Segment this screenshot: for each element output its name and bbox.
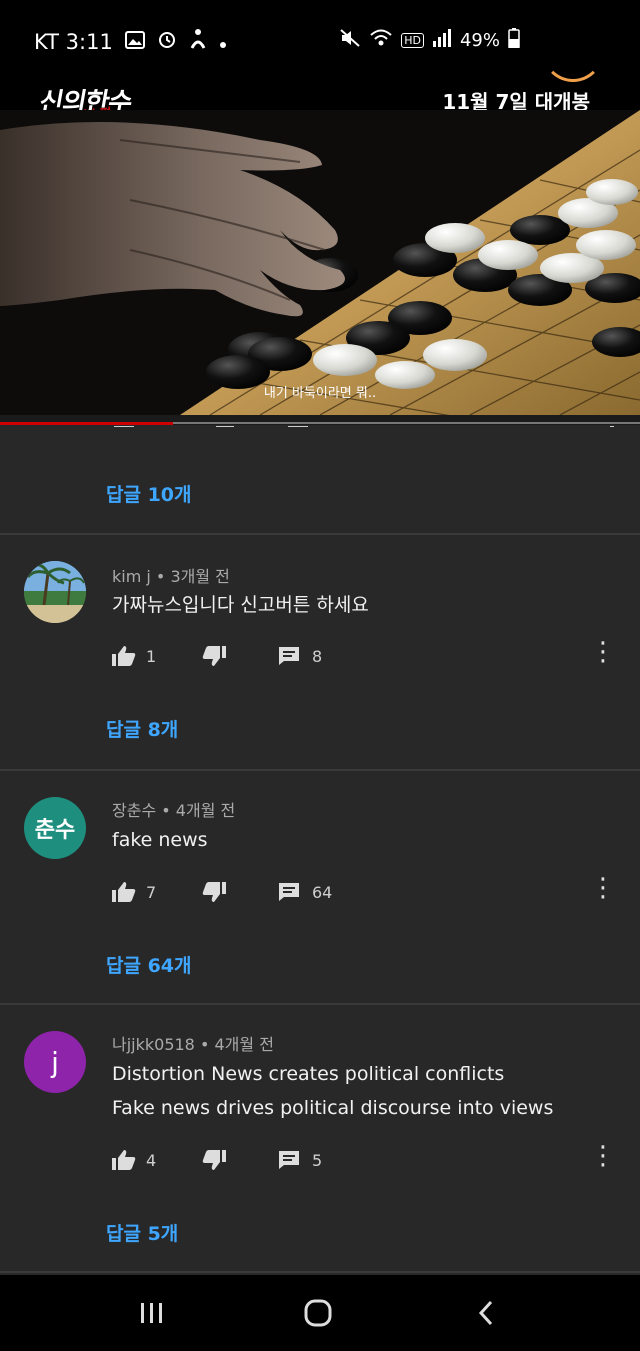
comment-author[interactable]: 나jjkk0518 (112, 1035, 195, 1054)
mute-icon (339, 28, 361, 53)
comment-meta: 나jjkk0518 • 4개월 전 (112, 1031, 274, 1055)
carrier-time: KT 3:11 (34, 29, 113, 54)
thumbs-down-icon (202, 646, 226, 666)
video-frame (0, 110, 640, 415)
like-count: 4 (146, 1150, 157, 1170)
palm-tree-photo (24, 561, 86, 623)
comment-age: 4개월 전 (214, 1035, 274, 1054)
comment-actions: 4 5 (112, 1149, 322, 1171)
dislike-button[interactable] (202, 881, 226, 903)
signal-icon (432, 29, 452, 52)
reply-count: 5 (312, 1150, 323, 1170)
meta-separator: • (161, 801, 171, 820)
comment-text: 가짜뉴스입니다 신고버튼 하세요 (112, 588, 369, 622)
video-subtitle: 내기 바둑이라면 뭐.. (263, 386, 377, 401)
alarm-icon (157, 29, 177, 54)
more-options-icon[interactable]: ⋮ (590, 1143, 616, 1169)
comment-actions: 1 8 (112, 645, 322, 667)
dislike-button[interactable] (202, 1149, 226, 1171)
back-icon[interactable] (466, 1295, 506, 1331)
hd-badge: HD (401, 33, 424, 48)
avatar[interactable]: 춘수 (24, 797, 86, 859)
comment-icon (279, 883, 299, 901)
view-replies-button[interactable]: 답글 5개 (106, 1219, 178, 1246)
comment-item: 춘수 장춘수 • 4개월 전 fake news 7 64 ⋮ 답글 64개 (0, 771, 640, 1005)
thumbs-up-icon (112, 1150, 136, 1170)
gallery-icon (124, 30, 145, 54)
reply-button[interactable]: 64 (278, 882, 332, 902)
avatar[interactable]: j (24, 1031, 86, 1093)
like-button[interactable]: 1 (112, 645, 202, 667)
meta-separator: • (199, 1035, 210, 1054)
camera-cutout-ring (542, 20, 604, 82)
comment-meta: kim j • 3개월 전 (112, 563, 230, 587)
like-count: 1 (146, 646, 157, 666)
wifi-icon (369, 28, 393, 53)
comment-author[interactable]: 장춘수 (112, 801, 156, 820)
thumbs-up-icon (112, 882, 136, 902)
more-options-icon[interactable]: ⋮ (590, 875, 616, 901)
like-count: 7 (146, 882, 157, 902)
reply-count: 8 (312, 646, 323, 666)
comment-line: fake news (112, 829, 208, 851)
reply-button[interactable]: 8 (278, 646, 322, 666)
like-button[interactable]: 4 (112, 1149, 202, 1171)
comment-text: fake news (112, 823, 208, 857)
comment-line: Distortion News creates political confli… (112, 1063, 505, 1085)
comment-author[interactable]: kim j (112, 567, 151, 586)
view-replies-button[interactable]: 답글 64개 (106, 951, 192, 978)
meta-separator: • (155, 567, 166, 586)
more-options-icon[interactable]: ⋮ (590, 639, 616, 665)
comment-actions: 7 64 (112, 881, 332, 903)
thumbs-up-icon (112, 646, 136, 666)
dislike-button[interactable] (202, 645, 226, 667)
recent-apps-icon[interactable] (132, 1295, 172, 1331)
home-icon[interactable] (298, 1295, 338, 1331)
avatar[interactable] (24, 561, 86, 623)
status-bar: KT 3:11 HD 49% 신의한수 귀수편 11월 7일 대개봉 (0, 0, 640, 125)
comment-meta: 장춘수 • 4개월 전 (112, 797, 235, 821)
navigation-bar (0, 1275, 640, 1351)
thumbs-down-icon (202, 882, 226, 902)
comment-item: kim j • 3개월 전 가짜뉴스입니다 신고버튼 하세요 1 8 ⋮ 답글 … (0, 535, 640, 770)
comment-age: 3개월 전 (170, 567, 230, 586)
battery-icon (508, 28, 520, 53)
battery-percent: 49% (459, 30, 500, 51)
thumbs-down-icon (202, 1150, 226, 1170)
comment-line: 가짜뉴스입니다 신고버튼 하세요 (112, 594, 369, 616)
reply-button[interactable]: 5 (278, 1150, 322, 1170)
comment-divider (0, 1271, 640, 1273)
video-player[interactable]: 내기 바둑이라면 뭐.. (0, 110, 640, 415)
comment-item: j 나jjkk0518 • 4개월 전 Distortion News crea… (0, 1005, 640, 1273)
comment-line: Fake news drives political discourse int… (112, 1097, 554, 1119)
accessibility-icon (189, 28, 207, 55)
notification-dot-icon (219, 30, 227, 54)
like-button[interactable]: 7 (112, 881, 202, 903)
reply-count: 64 (312, 882, 333, 902)
comment-icon (279, 647, 299, 665)
comment-text: Distortion News creates political confli… (112, 1057, 553, 1125)
comment-age: 4개월 전 (175, 801, 236, 820)
clipped-actions-row (112, 419, 622, 427)
view-replies-button[interactable]: 답글 8개 (106, 715, 178, 742)
comment-icon (279, 1151, 299, 1169)
view-replies-button[interactable]: 답글 10개 (106, 480, 192, 507)
